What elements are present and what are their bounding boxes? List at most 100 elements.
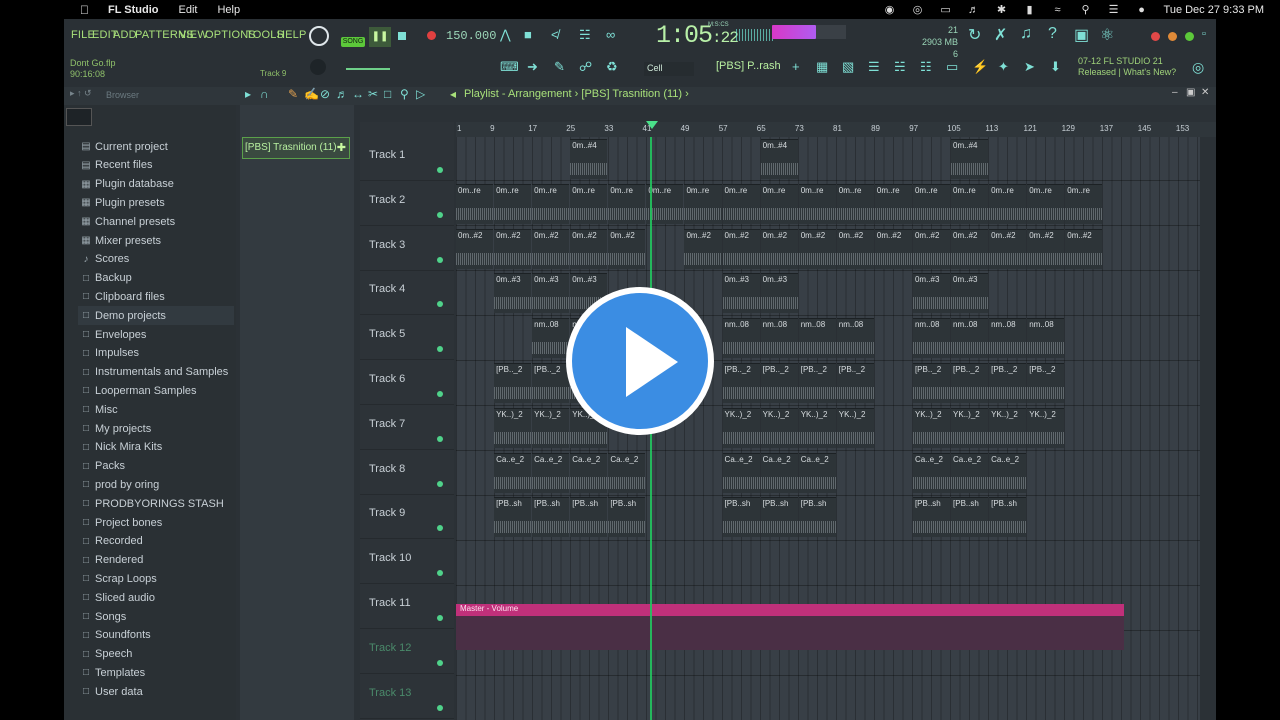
pattern-clip[interactable]: YK..)_2: [722, 407, 760, 448]
airdrop-icon[interactable]: ◎: [904, 3, 932, 16]
pattern-clip[interactable]: 0m..#3: [532, 273, 570, 314]
pattern-clip[interactable]: 0m..#2: [608, 228, 646, 269]
apple-icon[interactable]: : [80, 3, 94, 17]
track-header[interactable]: Track 9: [360, 495, 454, 540]
pattern-clip[interactable]: [PB..sh: [608, 497, 646, 538]
pattern-clip[interactable]: nm..08: [798, 318, 836, 359]
playlist-grid[interactable]: 0m..#4 0m..#4 0m..#4 0m..re 0m..re 0m..re 0m..…: [456, 137, 1200, 720]
menu-view[interactable]: VIEW: [179, 29, 208, 41]
track-header[interactable]: Track 13: [360, 675, 454, 719]
track-header[interactable]: Track 12: [360, 630, 454, 674]
stamp-icon[interactable]: ♻: [606, 59, 618, 75]
timeline-ruler[interactable]: 1 9 17 25 33 41 49 57 65 73 81 89 97 105 113 121 129 137 1…: [456, 122, 1216, 137]
document-icon[interactable]: ▭: [946, 59, 958, 75]
track-mute-led[interactable]: [437, 480, 443, 487]
app-menu[interactable]: FL Studio: [108, 4, 159, 16]
pattern-clip[interactable]: [PB.._2: [760, 363, 798, 403]
pattern-clip[interactable]: 0m..re: [532, 183, 570, 224]
add-pattern-icon[interactable]: +: [792, 59, 800, 74]
track-header[interactable]: Track 3: [360, 227, 454, 271]
record-status-icon[interactable]: ◉: [876, 3, 904, 16]
pattern-clip[interactable]: 0m..#3: [494, 273, 532, 314]
zoom-icon[interactable]: ⚲: [400, 87, 409, 101]
close-window-icon[interactable]: ✕: [1201, 87, 1209, 98]
wifi-icon[interactable]: ≈: [1044, 4, 1072, 16]
pattern-clip[interactable]: 0m..#2: [912, 228, 951, 269]
browser-item[interactable]: ▤ Current project: [78, 137, 234, 156]
browser-item[interactable]: ▦ Channel presets: [78, 212, 234, 231]
minimize-window-icon[interactable]: –: [1172, 87, 1178, 98]
track-mute-led[interactable]: [437, 256, 443, 263]
restore-window-icon[interactable]: ▣: [1186, 87, 1195, 98]
pattern-clip[interactable]: 0m..#2: [836, 228, 874, 269]
tools-icon[interactable]: ✗: [994, 25, 1007, 45]
pattern-clip[interactable]: 0m..#4: [951, 139, 989, 179]
channel-rack-icon[interactable]: ☰: [868, 59, 880, 75]
track-mute-led[interactable]: [437, 615, 443, 621]
pattern-clip[interactable]: [PB.._2: [951, 363, 989, 403]
download-icon[interactable]: ⬇: [1050, 59, 1061, 75]
volume-icon[interactable]: ♬: [960, 4, 988, 16]
pattern-clip[interactable]: 0m..#2: [456, 228, 494, 269]
playhead-marker[interactable]: [646, 121, 658, 129]
pattern-clip[interactable]: nm..08: [722, 318, 760, 359]
pattern-clip[interactable]: [PB..sh: [798, 497, 836, 538]
browser-item[interactable]: □ Songs: [78, 607, 234, 626]
track-header[interactable]: Track 4: [360, 271, 454, 316]
pattern-clip[interactable]: 0m..re: [570, 183, 608, 224]
search-icon[interactable]: ⚲: [1072, 3, 1100, 16]
track-mute-led[interactable]: [437, 659, 443, 666]
pattern-clip[interactable]: 0m..#3: [760, 273, 798, 314]
pattern-clip[interactable]: Ca..e_2: [570, 452, 608, 493]
browser-item[interactable]: □ Clipboard files: [78, 287, 234, 306]
mixer-icon[interactable]: ☵: [894, 59, 906, 75]
browser-item[interactable]: □ Speech: [78, 645, 234, 664]
display-icon[interactable]: ▭: [932, 3, 960, 16]
pattern-clip[interactable]: YK..)_2: [1027, 407, 1065, 448]
pattern-clip[interactable]: 0m..re: [722, 183, 760, 224]
pattern-clip[interactable]: 0m..re: [456, 183, 494, 224]
close-dot[interactable]: [1151, 32, 1160, 41]
refresh-icon[interactable]: ↻: [968, 25, 981, 45]
pattern-clip[interactable]: nm..08: [951, 318, 989, 359]
pattern-clip[interactable]: 0m..re: [494, 183, 532, 224]
browser-item[interactable]: □ Templates: [78, 663, 234, 682]
stop-button[interactable]: [398, 32, 406, 40]
pattern-clip[interactable]: 0m..re: [684, 183, 722, 224]
pattern-clip[interactable]: YK..)_2: [494, 407, 532, 448]
globe-icon[interactable]: ◎: [1192, 59, 1204, 76]
vertical-scrollbar[interactable]: [1200, 137, 1216, 720]
pattern-clip[interactable]: 0m..#2: [1027, 228, 1065, 269]
record-button[interactable]: [427, 31, 436, 40]
browser-item[interactable]: □ Backup: [78, 269, 234, 288]
bluetooth-icon[interactable]: ✱: [988, 3, 1016, 16]
pattern-clip[interactable]: YK..)_2: [760, 407, 798, 448]
pattern-clip[interactable]: Ca..e_2: [989, 452, 1027, 493]
pattern-clip[interactable]: 0m..#2: [570, 228, 608, 269]
pattern-clip[interactable]: 0m..#4: [570, 139, 608, 179]
browser-item[interactable]: □ PRODBYORINGS STASH: [78, 494, 234, 513]
track-header[interactable]: Track 5: [360, 316, 454, 361]
pattern-clip[interactable]: Ca..e_2: [722, 452, 760, 493]
pattern-clip[interactable]: [PB..sh: [722, 497, 760, 538]
delete-icon[interactable]: ⊘: [320, 87, 330, 101]
pattern-clip[interactable]: nm..08: [836, 318, 874, 359]
minimize-dot[interactable]: [1168, 32, 1177, 41]
pattern-clip[interactable]: [PB.._2: [722, 363, 760, 403]
pattern-clip[interactable]: 0m..#2: [1065, 228, 1103, 269]
browser-item[interactable]: □ My projects: [78, 419, 234, 438]
pattern-clip[interactable]: nm..08: [1027, 318, 1065, 359]
pattern-clip[interactable]: Ca..e_2: [532, 452, 570, 493]
pattern-clip[interactable]: 0m..#4: [760, 139, 798, 179]
pattern-clip[interactable]: 0m..#3: [722, 273, 760, 314]
pattern-clip[interactable]: 0m..#2: [532, 228, 570, 269]
pattern-clip[interactable]: [PB..sh: [570, 497, 608, 538]
pattern-clip[interactable]: [PB..sh: [494, 497, 532, 538]
track-header[interactable]: Track 1: [360, 137, 454, 181]
pattern-clip[interactable]: 0m..#3: [951, 273, 989, 314]
pattern-clip[interactable]: 0m..#2: [798, 228, 836, 269]
pattern-clip[interactable]: [PB.._2: [836, 363, 874, 403]
pencil-icon[interactable]: ✎: [288, 87, 298, 101]
track-mute-led[interactable]: [437, 211, 443, 218]
browser-arrows-icon[interactable]: ▸ ↑ ↺: [70, 88, 92, 99]
